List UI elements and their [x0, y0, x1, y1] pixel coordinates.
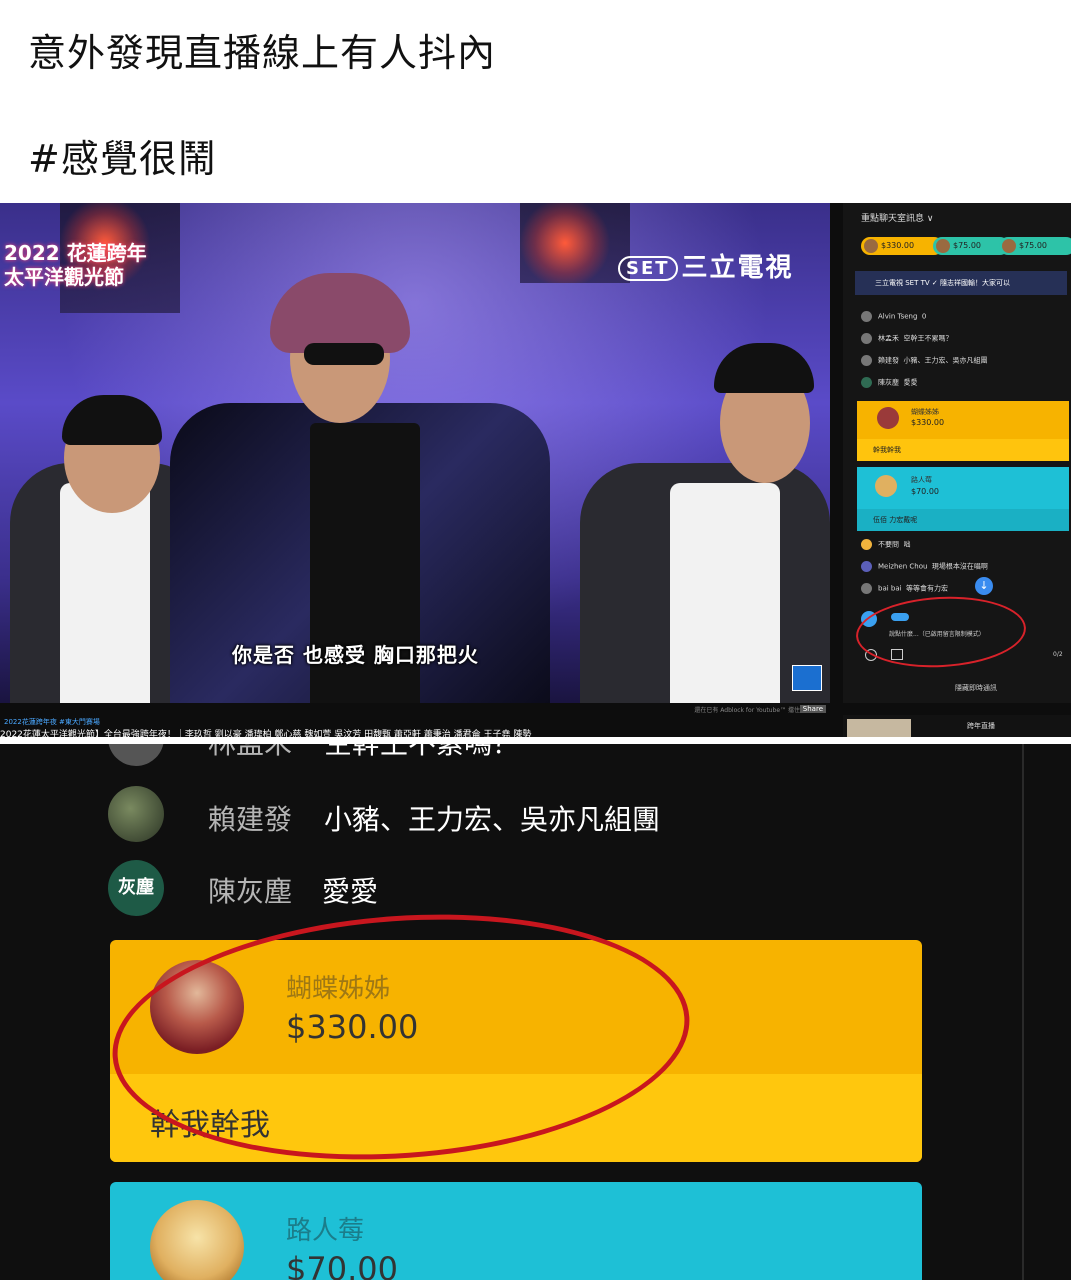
superchat-author: 路人莓 [911, 476, 932, 484]
festival-logo-line2: 太平洋觀光節 [4, 265, 124, 289]
festival-logo-line1: 2022 花蓮跨年 [4, 241, 147, 265]
chat-message: 陳灰塵 愛愛 [861, 377, 917, 388]
corner-logo [792, 665, 822, 691]
superchat-amount: $70.00 [911, 487, 939, 496]
video-title: 2022花蓮太平洋觀光節】全台最強跨年夜！｜李玖哲 劉以豪 潘瑋柏 鄭心慈 魏如… [0, 730, 532, 737]
avatar [150, 1200, 244, 1280]
avatar [108, 786, 164, 842]
stage-light [520, 203, 610, 283]
chat-author[interactable]: 林孟禾 [208, 744, 292, 762]
zoomed-chat-screenshot: 林孟禾 空幹王不累嗎？ 賴建發 小豬、王力宏、吳亦凡組團 灰塵 陳灰塵 愛愛 蝴… [0, 744, 1071, 1280]
channel-logo: SET 三立電視 [618, 247, 794, 284]
chat-text: 愛愛 [903, 378, 918, 387]
video-thumbnail [847, 719, 911, 737]
chat-title[interactable]: 重點聊天室訊息 ∨ [861, 211, 933, 224]
hashtag-links[interactable]: 2022花蓮跨年夜 #東大門賽場 [4, 717, 100, 727]
channel-logo-text: 三立電視 [681, 253, 794, 283]
chat-author[interactable]: 陳灰塵 [878, 379, 899, 387]
festival-logo: 2022 花蓮跨年 太平洋觀光節 [4, 241, 147, 289]
superchat-ticker[interactable]: $330.00 [861, 237, 943, 255]
livestream-screenshot: 2022 花蓮跨年 太平洋觀光節 SET 三立電視 你是否 也感受 胸口那把火 … [0, 203, 1071, 737]
adblock-text: 還在已有 Adblock for Youtube™ 擋住 [694, 707, 800, 714]
superchat-ticker[interactable]: $75.00 [933, 237, 1009, 255]
superchat-author: 蝴蝶姊姊 [911, 408, 939, 416]
chat-text: 0 [921, 312, 927, 321]
pinned-message: 三立電視 SET TV ✓ 隨志祥國輸！大家可以 [855, 271, 1067, 295]
chat-author[interactable]: 不要問 [878, 541, 899, 549]
avatar [861, 539, 872, 550]
avatar [875, 475, 897, 497]
superchat-ticker-amount: $330.00 [881, 241, 915, 250]
chat-text: 小豬、王力宏、吳亦凡組團 [903, 356, 988, 365]
chat-author[interactable]: bai bai [878, 585, 902, 593]
video-subtitle: 你是否 也感受 胸口那把火 [232, 643, 479, 667]
chat-text: 咄 [903, 540, 911, 549]
chat-author[interactable]: Alvin Tseng [878, 313, 917, 321]
char-counter: 0/2 [1053, 651, 1063, 658]
superchat-ticker-amount: $75.00 [953, 241, 981, 250]
chat-text: 小豬、王力宏、吳亦凡組團 [324, 803, 661, 836]
avatar [861, 311, 872, 322]
post-text-line1: 意外發現直播線上有人抖內 [28, 31, 497, 75]
chat-author[interactable]: 賴建發 [878, 357, 899, 365]
pinned-message-text: 三立電視 SET TV ✓ 隨志祥國輸！大家可以 [875, 279, 1010, 287]
chat-message: Alvin Tseng 0 [861, 311, 926, 322]
superchat-card-blue: 路人莓 $70.00 [110, 1182, 922, 1280]
share-button[interactable]: Share [799, 705, 826, 713]
chat-author[interactable]: 林孟禾 [878, 335, 899, 343]
avatar [877, 407, 899, 429]
chat-message: 賴建發 小豬、王力宏、吳亦凡組團 [861, 355, 987, 366]
post-hashtag: #感覺很鬧 [28, 137, 217, 181]
recommended-video[interactable]: 跨年直播 [843, 715, 1071, 737]
chat-message: 不要問 咄 [861, 539, 910, 550]
avatar [861, 583, 872, 594]
scroll-down-icon[interactable]: ↓ [975, 577, 993, 595]
below-video-bar: 還在已有 Adblock for Youtube™ 擋住 Share 2022花… [0, 703, 830, 737]
chat-message: Meizhen Chou 現場根本沒在唱啊 [861, 561, 988, 572]
chat-message: 林孟禾 空幹王不累嗎？ [861, 333, 952, 344]
avatar [861, 561, 872, 572]
video-player[interactable]: 2022 花蓮跨年 太平洋觀光節 SET 三立電視 你是否 也感受 胸口那把火 [0, 203, 830, 703]
chat-text: 等等會有力宏 [906, 584, 949, 593]
chat-message: bai bai 等等會有力宏 [861, 583, 948, 594]
avatar [861, 355, 872, 366]
chat-text: 空幹王不累嗎？ [903, 334, 953, 343]
superchat-ticker-amount: $75.00 [1019, 241, 1047, 250]
superchat-ticker[interactable]: $75.00 [999, 237, 1071, 255]
superchat-text: 幹我幹我 [873, 446, 901, 454]
chat-author[interactable]: Meizhen Chou [878, 563, 927, 571]
superchat-amount: $70.00 [286, 1250, 398, 1280]
superchat-amount: $330.00 [911, 418, 945, 427]
chat-author[interactable]: 陳灰塵 [208, 870, 292, 910]
avatar [861, 377, 872, 388]
channel-logo-badge: SET [618, 256, 678, 281]
scrollbar[interactable] [1022, 744, 1024, 1280]
avatar [861, 333, 872, 344]
superchat-author[interactable]: 路人莓 [286, 1210, 364, 1247]
avatar: 灰塵 [108, 860, 164, 916]
chat-author[interactable]: 賴建發 [208, 798, 292, 838]
chat-text: 愛愛 [322, 875, 379, 908]
chat-text: 空幹王不累嗎？ [324, 744, 520, 762]
superchat-text: 伍佰 力宏戴呢 [873, 516, 918, 524]
hide-chat-button[interactable]: 隱藏即時通訊 [955, 683, 997, 693]
chat-text: 現場根本沒在唱啊 [931, 562, 988, 571]
avatar [108, 744, 164, 766]
video-title: 跨年直播 [967, 722, 995, 730]
